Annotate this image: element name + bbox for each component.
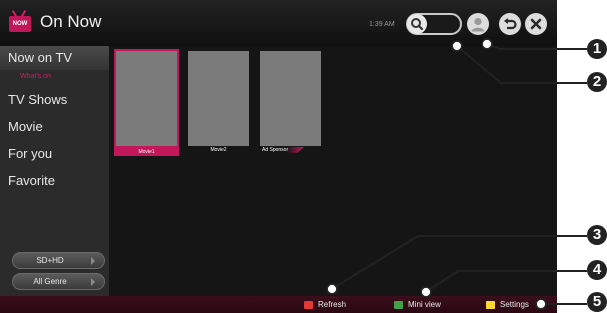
- close-icon: [530, 18, 542, 30]
- close-button[interactable]: [525, 13, 547, 35]
- green-key-icon: [394, 301, 403, 309]
- card-caption: Ad Sponsor: [260, 147, 304, 153]
- user-icon: [471, 17, 485, 32]
- callout-badge-5: 5: [587, 292, 607, 312]
- card-thumbnail[interactable]: [114, 49, 179, 148]
- card-thumbnail[interactable]: [188, 51, 249, 146]
- red-key-icon: [304, 301, 313, 309]
- footer-bar: Refresh Mini view Settings: [0, 296, 557, 313]
- user-button[interactable]: [467, 13, 489, 35]
- sidebar-item-favorite[interactable]: Favorite: [0, 167, 109, 194]
- quality-filter-button[interactable]: SD+HD: [12, 252, 105, 269]
- mini-view-label: Mini view: [408, 300, 441, 309]
- logo-text: NOW: [12, 21, 28, 27]
- quality-filter-label: SD+HD: [36, 256, 64, 265]
- card-caption: Movie2: [188, 146, 249, 154]
- chevron-right-icon: [91, 278, 95, 286]
- sidebar-item-movie[interactable]: Movie: [0, 113, 109, 140]
- tv-screen: NOW On Now 1:39 AM Now on TV What's on T…: [0, 0, 557, 313]
- callout-badge-3: 3: [587, 225, 607, 245]
- sidebar-menu: Now on TV What's on TV Shows Movie For y…: [0, 46, 109, 194]
- page-title: On Now: [40, 12, 102, 31]
- content-grid: Movie1 Movie2 Ad Sponsor: [113, 46, 557, 296]
- search-icon[interactable]: [407, 14, 427, 34]
- chevron-right-icon: [91, 257, 95, 265]
- sidebar-item-now-on-tv[interactable]: Now on TV: [0, 46, 109, 70]
- callout-badge-2: 2: [587, 72, 607, 92]
- sidebar-item-for-you[interactable]: For you: [0, 140, 109, 167]
- callout-badge-1: 1: [587, 39, 607, 59]
- tv-logo-icon: NOW: [9, 10, 31, 33]
- card-caption: Movie1: [114, 148, 179, 156]
- back-button[interactable]: [499, 13, 521, 35]
- callout-badge-4: 4: [587, 260, 607, 280]
- settings-label: Settings: [500, 300, 529, 309]
- card-thumbnail[interactable]: [260, 51, 321, 146]
- genre-filter-button[interactable]: All Genre: [12, 273, 105, 290]
- search-input[interactable]: [406, 13, 462, 35]
- sidebar-item-tv-shows[interactable]: TV Shows: [0, 86, 109, 113]
- refresh-label: Refresh: [318, 300, 347, 309]
- sidebar-item-whats-on[interactable]: What's on: [0, 70, 109, 86]
- header-bar: NOW On Now 1:39 AM: [0, 0, 557, 46]
- back-icon: [504, 18, 517, 30]
- yellow-key-icon: [486, 301, 495, 309]
- genre-filter-label: All Genre: [33, 277, 67, 286]
- clock: 1:39 AM: [369, 21, 395, 28]
